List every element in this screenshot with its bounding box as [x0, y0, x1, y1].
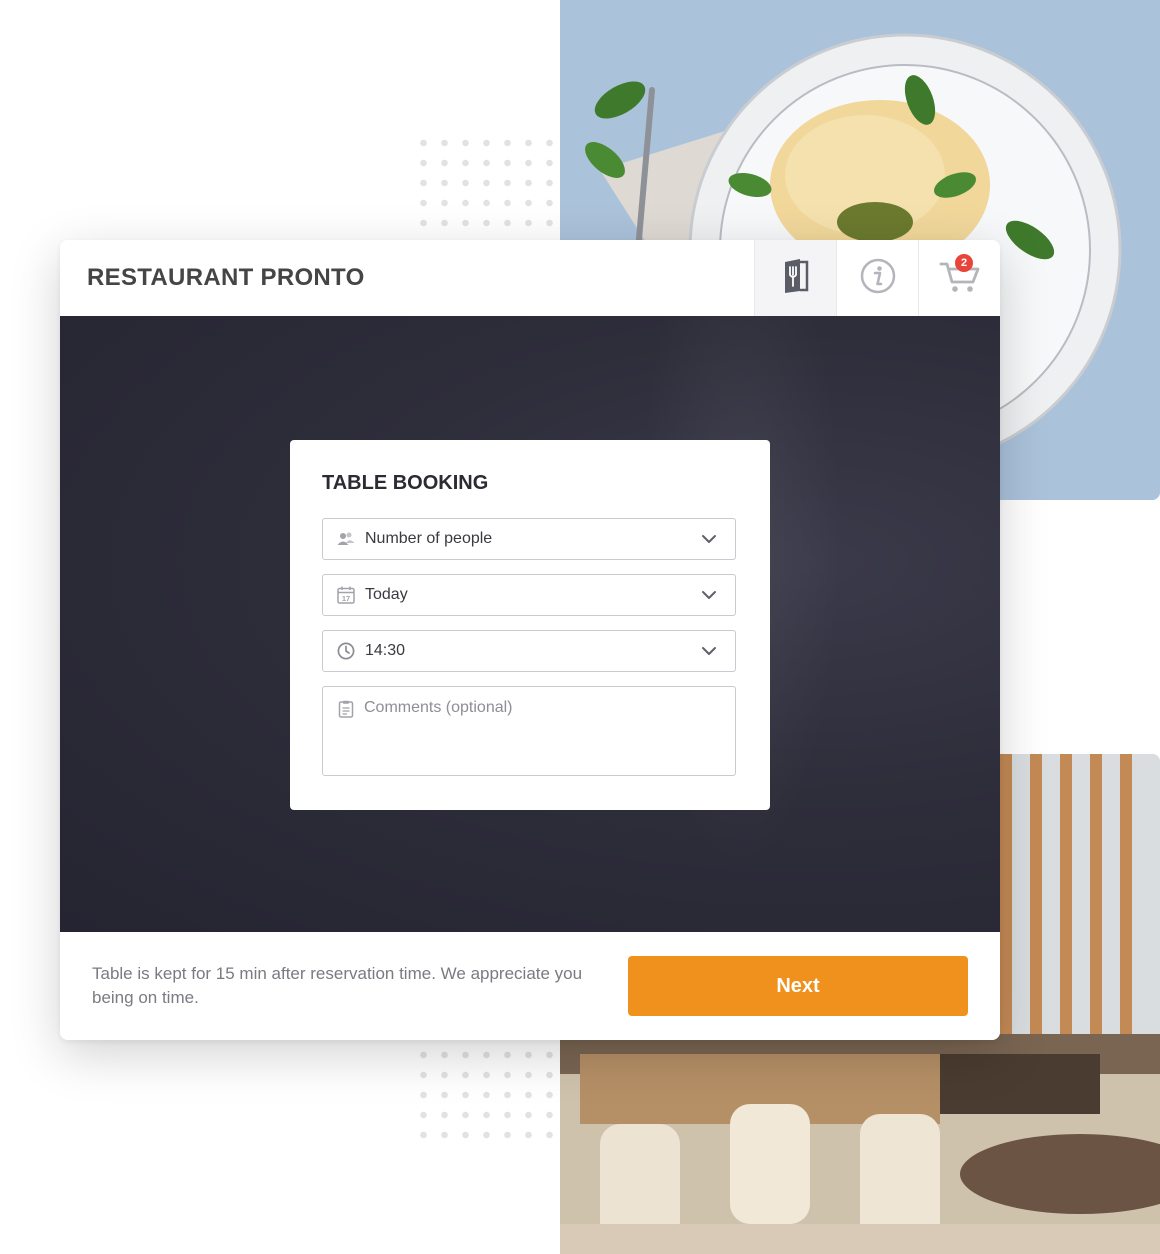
booking-title: TABLE BOOKING [322, 472, 489, 494]
cart-button[interactable]: 2 [918, 240, 1000, 316]
hero-background: TABLE BOOKING Number of people 17 Today … [60, 316, 1000, 932]
info-button[interactable] [836, 240, 918, 316]
app-title: RESTAURANT PRONTO [87, 264, 365, 291]
menu-book-icon [782, 258, 810, 299]
people-icon [337, 530, 355, 548]
clipboard-icon [337, 700, 355, 718]
clock-icon [337, 642, 355, 660]
people-select-value: Number of people [365, 530, 493, 547]
time-select-value: 14:30 [365, 642, 406, 659]
chevron-down-icon [701, 531, 717, 547]
calendar-icon: 17 [337, 586, 355, 604]
comments-textarea[interactable]: Comments (optional) [322, 686, 736, 776]
calendar-icon-day: 17 [342, 594, 350, 603]
people-select[interactable]: Number of people [322, 518, 736, 560]
menu-button[interactable] [754, 240, 836, 316]
booking-footer: Table is kept for 15 min after reservati… [60, 932, 1000, 1040]
info-icon [860, 258, 896, 299]
date-select-value: Today [365, 586, 408, 603]
page: RESTAURANT PRONTO 2 TABLE BOOKING Number… [0, 0, 1160, 1254]
cart-count-badge: 2 [955, 254, 973, 272]
decorative-dot-grid [413, 1045, 560, 1145]
time-select[interactable]: 14:30 [322, 630, 736, 672]
decorative-dot-grid [413, 133, 560, 233]
date-select[interactable]: 17 Today [322, 574, 736, 616]
chevron-down-icon [701, 643, 717, 659]
booking-window: RESTAURANT PRONTO 2 TABLE BOOKING Number… [60, 240, 1000, 1040]
comments-placeholder: Comments (optional) [364, 699, 513, 716]
app-header: RESTAURANT PRONTO 2 [60, 240, 1000, 316]
chevron-down-icon [701, 587, 717, 603]
table-booking-form: TABLE BOOKING Number of people 17 Today … [290, 440, 770, 810]
next-button[interactable]: Next [628, 956, 968, 1016]
reservation-policy-note: Table is kept for 15 min after reservati… [92, 964, 583, 1007]
